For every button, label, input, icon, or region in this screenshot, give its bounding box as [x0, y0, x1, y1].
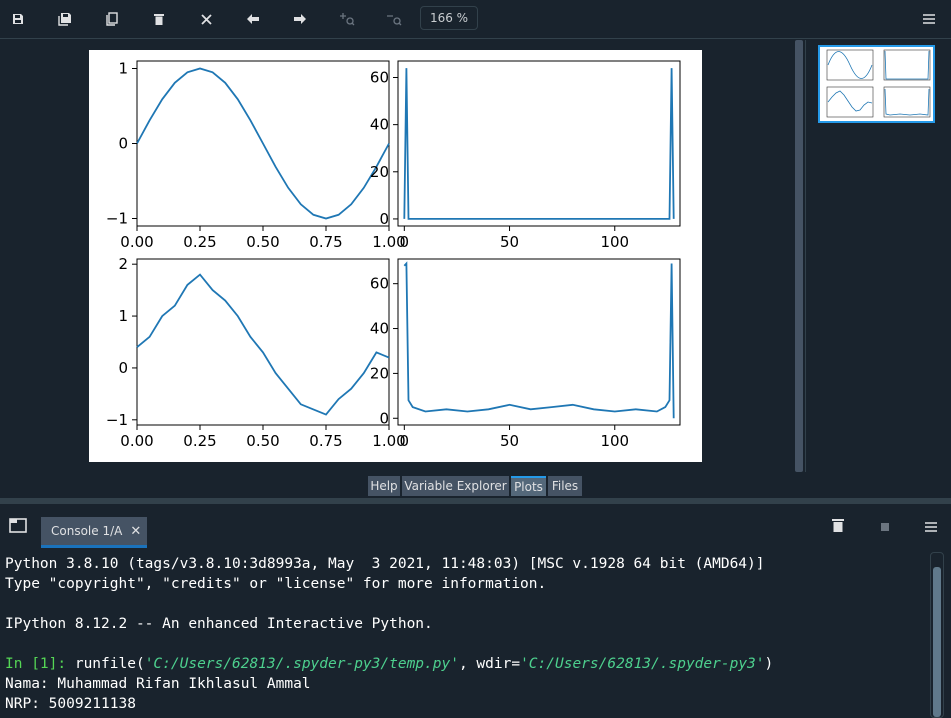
y-tick-label: −1 [106, 411, 128, 429]
y-tick-label: 2 [118, 255, 128, 273]
copy-icon[interactable] [99, 7, 125, 31]
y-tick-label: 60 [370, 69, 389, 87]
axes-frame [397, 258, 681, 426]
x-tick-label: 100 [600, 432, 629, 450]
console-line: NRP: 5009211138 [5, 696, 136, 712]
close-icon[interactable]: ✕ [130, 524, 141, 539]
y-tick-label: −1 [106, 210, 128, 228]
y-tick-label: 0 [118, 135, 128, 153]
tab-plots[interactable]: Plots [511, 476, 546, 496]
y-tick-label: 40 [370, 116, 389, 134]
console-line: Type "copyright", "credits" or "license"… [5, 576, 547, 592]
console-command-line: In [1]: runfile('C:/Users/62813/.spyder-… [5, 656, 773, 672]
series-line [403, 68, 675, 220]
splitter-handle[interactable] [795, 40, 803, 472]
save-all-icon[interactable] [52, 7, 78, 31]
y-tick-label: 20 [370, 163, 389, 181]
x-tick-label: 0.75 [309, 432, 342, 450]
series-line [136, 273, 390, 416]
console-options-icon[interactable] [925, 520, 937, 536]
browse-tabs-icon[interactable] [9, 518, 27, 537]
trash-icon[interactable] [146, 7, 172, 31]
x-tick-label: 50 [500, 432, 519, 450]
x-tick-label: 0 [400, 233, 410, 251]
x-tick-label: 0.75 [309, 233, 342, 251]
y-tick-label: 20 [370, 364, 389, 382]
x-tick-label: 0.50 [246, 432, 279, 450]
y-tick-label: 0 [379, 409, 389, 427]
x-tick-label: 0.00 [120, 233, 153, 251]
y-tick-label: 1 [118, 60, 128, 78]
console-output[interactable]: Python 3.8.10 (tags/v3.8.10:3d8993a, May… [0, 548, 930, 718]
command-text: runfile( [66, 656, 145, 672]
thumbnail-panel [805, 40, 951, 472]
subplots-svg: 0.00 0.25 0.50 0.75 1.00−1010 50 10002040600.0… [106, 60, 681, 450]
pane-tab-bar: Help Variable Explorer Plots Files [0, 472, 951, 498]
x-tick-label: 100 [600, 233, 629, 251]
remove-all-icon[interactable] [193, 7, 219, 31]
console-line: Nama: Muhammad Rifan Ikhlasul Ammal [5, 676, 311, 692]
command-string: 'C:/Users/62813/.spyder-py3' [520, 656, 765, 672]
arrow-right-icon[interactable] [287, 7, 313, 31]
clear-console-icon[interactable] [832, 518, 844, 536]
arrow-left-icon[interactable] [240, 7, 266, 31]
save-icon[interactable] [5, 7, 31, 31]
series-line [403, 261, 675, 419]
tab-files[interactable]: Files [548, 476, 582, 496]
scrollbar-thumb[interactable] [933, 567, 941, 717]
x-tick-label: 0.50 [246, 233, 279, 251]
console-line: Python 3.8.10 (tags/v3.8.10:3d8993a, May… [5, 556, 765, 572]
console-header: Console 1/A ✕ [0, 504, 951, 548]
axes-frame [397, 60, 681, 227]
input-prompt: In [1]: [5, 656, 67, 672]
stop-icon[interactable] [880, 520, 890, 536]
x-tick-label: 0.25 [183, 432, 216, 450]
thumbnail-image [826, 49, 931, 118]
command-text: , wdir= [458, 656, 521, 672]
command-text: ) [764, 656, 774, 672]
zoom-in-icon[interactable] [334, 7, 360, 31]
figure-canvas: 0.00 0.25 0.50 0.75 1.00 −1 0 1 0 50 100 0 20 40 60 0.0… [89, 50, 702, 462]
x-tick-label: 0.00 [120, 432, 153, 450]
plot-thumbnail[interactable] [818, 45, 935, 123]
tab-help[interactable]: Help [368, 476, 400, 496]
zoom-out-icon[interactable] [381, 7, 407, 31]
y-tick-label: 0 [118, 359, 128, 377]
plots-toolbar: 166 % [0, 0, 951, 39]
x-tick-label: 0 [400, 432, 410, 450]
y-tick-label: 1 [118, 307, 128, 325]
console-line: IPython 8.12.2 -- An enhanced Interactiv… [5, 616, 433, 632]
zoom-level-field[interactable]: 166 % [420, 6, 478, 30]
y-tick-label: 60 [370, 275, 389, 293]
x-tick-label: 0.25 [183, 233, 216, 251]
command-string: 'C:/Users/62813/.spyder-py3/temp.py' [144, 656, 459, 672]
series-line [136, 67, 390, 220]
console-tab[interactable]: Console 1/A ✕ [41, 517, 147, 548]
y-tick-label: 0 [379, 210, 389, 228]
console-tab-label: Console 1/A [51, 524, 123, 538]
options-menu-icon[interactable] [916, 7, 942, 31]
y-tick-label: 40 [370, 320, 389, 338]
x-tick-label: 50 [500, 233, 519, 251]
axes-frame [136, 258, 390, 426]
panel-splitter[interactable] [793, 40, 803, 472]
console-scrollbar[interactable] [930, 552, 944, 718]
plot-viewer: 0.00 0.25 0.50 0.75 1.00 −1 0 1 0 50 100 0 20 40 60 0.0… [0, 40, 793, 472]
tab-variable-explorer[interactable]: Variable Explorer [402, 476, 509, 496]
